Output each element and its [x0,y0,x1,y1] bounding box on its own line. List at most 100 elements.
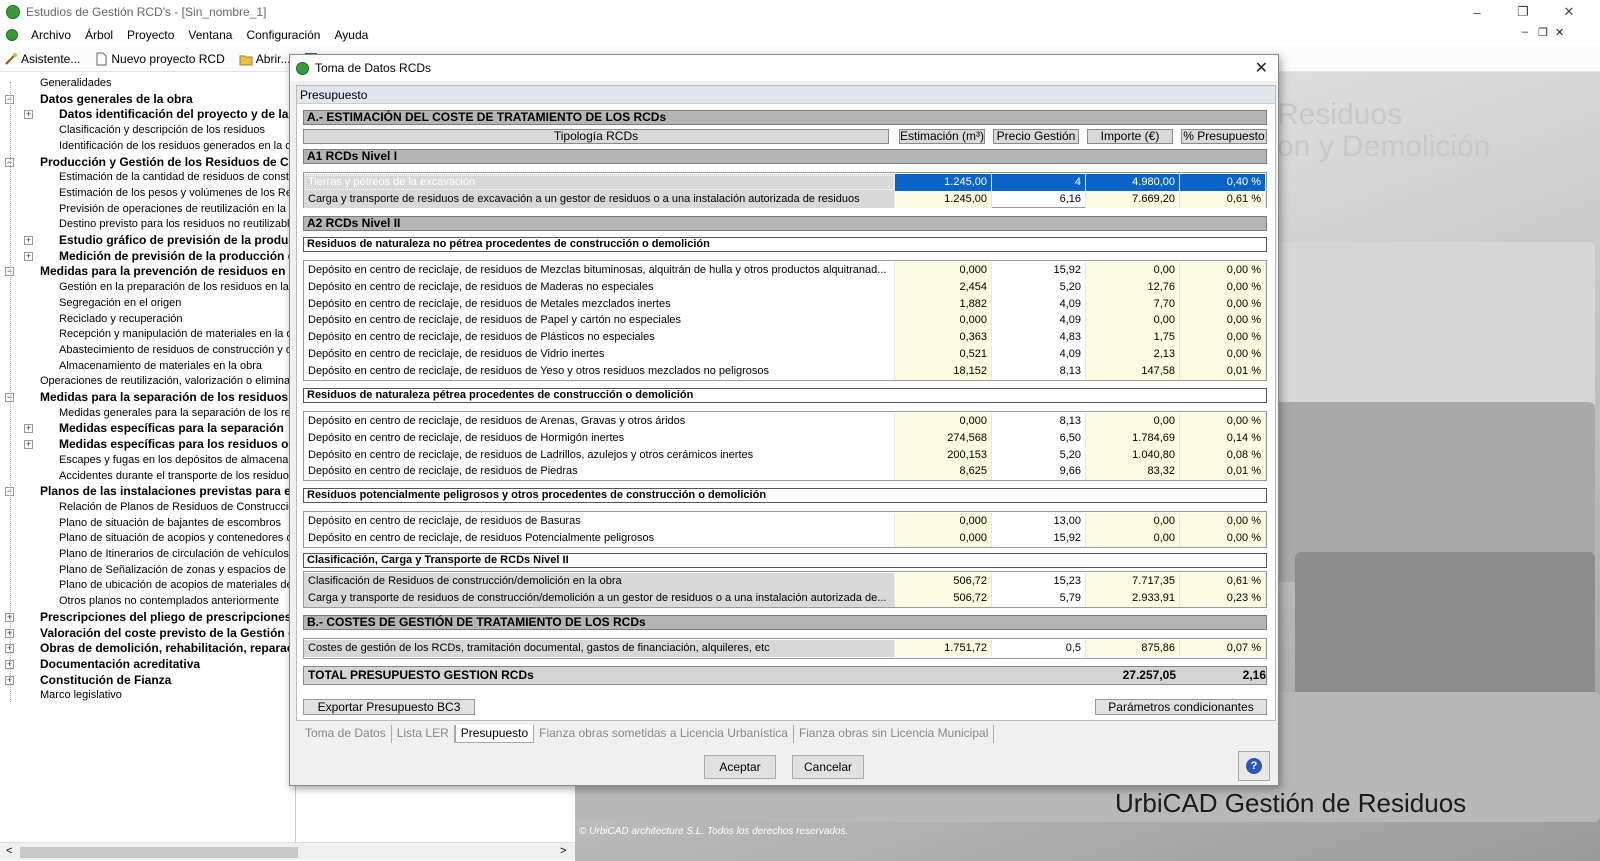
col-importe[interactable]: Importe (€) [1087,129,1173,144]
table-row[interactable]: Carga y transporte de residuos de excava… [304,190,1266,208]
tree-node[interactable]: Generalidades [40,75,112,91]
table-row[interactable]: Depósito en centro de reciclaje, de resi… [304,262,1266,279]
scrollbar-thumb[interactable] [20,847,298,858]
tree-node[interactable]: Estimación de la cantidad de residuos de… [59,169,295,185]
tree-node[interactable]: Marco legislativo [40,687,122,703]
estimacion-cell[interactable]: 0,000 [895,262,992,279]
estimacion-cell[interactable]: 1,882 [895,295,992,313]
tree-node[interactable]: Plano de Itinerarios de circulación de v… [59,546,295,562]
estimacion-cell[interactable]: 0,000 [895,413,992,430]
table-row[interactable]: Depósito en centro de reciclaje, de resi… [304,312,1266,330]
table-row[interactable]: Depósito en centro de reciclaje, de resi… [304,513,1266,530]
tree-node[interactable]: Estudio gráfico de previsión de la produ… [59,232,295,248]
maximize-button[interactable]: ❐ [1500,0,1546,24]
col-estimacion[interactable]: Estimación (m³) [899,129,985,144]
table-row[interactable]: Depósito en centro de reciclaje, de resi… [304,446,1266,464]
table-row[interactable]: Carga y transporte de residuos de constr… [304,589,1266,607]
nivel1-grid[interactable]: Tierras y pétreos de la excavación 1.245,… [303,172,1267,208]
tree-node[interactable]: Prescripciones del pliego de prescripcio… [40,609,295,625]
tree-node[interactable]: Documentación acreditativa [40,656,200,672]
menu-ayuda[interactable]: Ayuda [327,28,375,42]
tree-node[interactable]: Datos identificación del proyecto y de l… [59,106,288,122]
estimacion-cell[interactable]: 2,454 [895,278,992,296]
estimacion-cell[interactable]: 274,568 [895,429,992,447]
tree-node[interactable]: Segregación en el origen [59,295,181,311]
table-row[interactable]: Clasificación de Residuos de construcció… [304,573,1266,590]
estimacion-cell[interactable]: 1.245,00 [895,174,992,191]
tree-node[interactable]: Plano de situación de bajantes de escomb… [59,515,281,531]
tree-node[interactable]: Medidas para la separación de los residu… [40,389,288,405]
tree-node[interactable]: Clasificación y descripción de los resid… [59,122,265,138]
tree-node[interactable]: Datos generales de la obra [40,91,193,107]
estimacion-cell[interactable]: 18,152 [895,362,992,380]
aceptar-button[interactable]: Aceptar [704,755,776,779]
estimacion-cell[interactable]: 0,521 [895,346,992,363]
estimacion-cell[interactable]: 0,363 [895,329,992,347]
scroll-left-arrow-icon[interactable]: < [6,845,12,857]
menu-proyecto[interactable]: Proyecto [120,28,181,42]
tab-presupuesto[interactable]: Presupuesto [454,725,535,743]
tree-node[interactable]: Otros planos no contemplados anteriormen… [59,593,279,609]
table-row[interactable]: Depósito en centro de reciclaje, de resi… [304,295,1266,313]
tree-node[interactable]: Relación de Planos de Residuos de Constr… [59,499,295,515]
estimacion-cell[interactable]: 1.245,00 [895,190,992,208]
tree-node[interactable]: Destino previsto para los residuos no re… [59,216,295,232]
menu-ventana[interactable]: Ventana [181,28,239,42]
abrir-button[interactable]: Abrir... [235,52,290,66]
table-row[interactable]: Tierras y pétreos de la excavación 1.245,… [304,174,1266,191]
tree-node[interactable]: Constitución de Fianza [40,672,171,688]
help-button[interactable]: ? [1238,751,1270,781]
menu-arbol[interactable]: Árbol [78,28,120,42]
table-row[interactable]: Depósito en centro de reciclaje, de resi… [304,463,1266,481]
menu-archivo[interactable]: Archivo [24,28,78,42]
tree-node[interactable]: Medidas específicas para la separación [59,420,284,436]
table-row[interactable]: Depósito en centro de reciclaje, de resi… [304,529,1266,547]
estimacion-cell[interactable]: 1.751,72 [895,640,992,657]
close-button[interactable]: ✕ [1546,0,1592,24]
tab-toma-de-datos[interactable]: Toma de Datos [300,725,392,743]
table-row[interactable]: Costes de gestión de los RCDs, tramitaci… [304,640,1266,657]
expand-icon[interactable]: + [24,110,33,120]
expand-icon[interactable]: + [24,251,33,261]
asistente-button[interactable]: Asistente... [0,52,80,66]
tree-node[interactable]: Operaciones de reutilización, valorizaci… [40,373,295,389]
table-row[interactable]: Depósito en centro de reciclaje, de resi… [304,329,1266,347]
tree-node[interactable]: Recepción y manipulación de materiales e… [59,326,295,342]
table-row[interactable]: Depósito en centro de reciclaje, de resi… [304,362,1266,380]
mdi-minimize-button[interactable]: – [1522,26,1528,38]
table-row[interactable]: Depósito en centro de reciclaje, de resi… [304,429,1266,447]
tree-node[interactable]: Valoración del coste previsto de la Gest… [40,625,295,641]
tree-node[interactable]: Producción y Gestión de los Residuos de … [40,154,295,170]
dialog-close-icon[interactable]: ✕ [1255,58,1268,78]
tree-node[interactable]: Identificación de los residuos generados… [59,138,295,154]
scroll-right-arrow-icon[interactable]: > [560,845,566,857]
group-clasificacion-grid[interactable]: Clasificación de Residuos de construcció… [303,571,1267,608]
estimacion-cell[interactable]: 506,72 [895,573,992,590]
col-tipologia[interactable]: Tipología RCDs [303,129,889,144]
table-row[interactable]: Depósito en centro de reciclaje, de resi… [304,346,1266,363]
cancelar-button[interactable]: Cancelar [792,755,864,779]
tree-node[interactable]: Estimación de los pesos y volúmenes de l… [59,185,295,201]
menu-configuracion[interactable]: Configuración [239,28,327,42]
tree-node[interactable]: Medidas para la prevención de residuos e… [40,263,292,279]
group-petrea-grid[interactable]: Depósito en centro de reciclaje, de resi… [303,411,1267,481]
mdi-restore-button[interactable]: ❐ [1538,26,1548,39]
estimacion-cell[interactable]: 200,153 [895,446,992,464]
tree-node[interactable]: Plano de ubicación de acopios de materia… [59,577,295,593]
minimize-button[interactable]: – [1454,0,1500,24]
expand-icon[interactable]: + [24,424,33,434]
estimacion-cell[interactable]: 506,72 [895,589,992,607]
section-b-grid[interactable]: Costes de gestión de los RCDs, tramitaci… [303,638,1267,659]
tree-node[interactable]: Plano de Señalización de zonas y espacio… [59,562,295,578]
tree-node[interactable]: Almacenamiento de materiales en la obra [59,358,262,374]
estimacion-cell[interactable]: 0,000 [895,312,992,330]
tree-node[interactable]: Plano de situación de acopios y contened… [59,530,295,546]
tree-node[interactable]: Reciclado y recuperación [59,311,183,327]
tree-node[interactable]: Gestión en la preparación de los residuo… [59,279,295,295]
estimacion-cell[interactable]: 0,000 [895,529,992,547]
tree-node[interactable]: Planos de las instalaciones previstas pa… [40,483,294,499]
col-precio[interactable]: Precio Gestión [993,129,1079,144]
app-menu-icon[interactable] [6,29,18,41]
project-tree[interactable]: Generalidades Datos generales de la obra −… [0,72,296,842]
table-row[interactable]: Depósito en centro de reciclaje, de resi… [304,278,1266,296]
